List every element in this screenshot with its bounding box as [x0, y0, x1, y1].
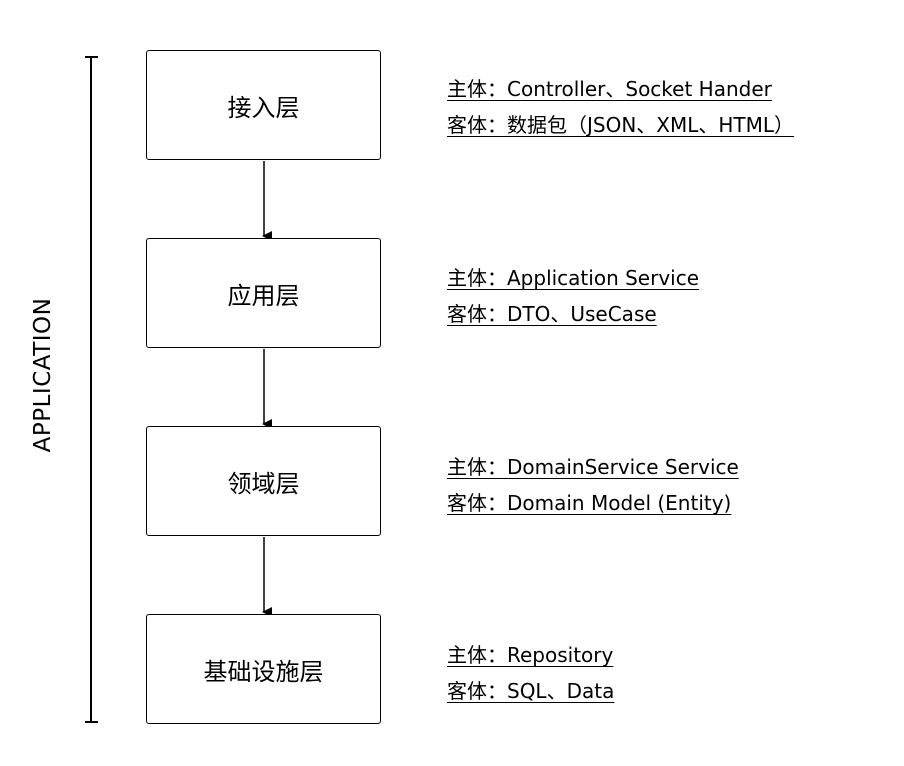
layer-box-infrastructure: 基础设施层 [146, 614, 381, 724]
access-layer-subject: 主体：Controller、Socket Hander [447, 77, 772, 101]
infrastructure-layer-object: 客体：SQL、Data [447, 679, 615, 703]
application-bracket [85, 56, 98, 723]
application-layer-subject: 主体：Application Service [447, 266, 700, 290]
domain-layer-subject: 主体：DomainService Service [447, 455, 739, 479]
access-layer-description: 主体：Controller、Socket Hander 客体：数据包（JSON、… [447, 71, 794, 143]
application-label: APPLICATION [30, 297, 56, 453]
access-layer-object: 客体：数据包（JSON、XML、HTML） [447, 113, 795, 137]
layer-box-application: 应用层 [146, 238, 381, 348]
domain-layer-description: 主体：DomainService Service 客体：Domain Model… [447, 449, 739, 521]
layer-box-access: 接入层 [146, 50, 381, 160]
infrastructure-layer-description: 主体：Repository 客体：SQL、Data [447, 637, 614, 709]
layer-box-domain: 领域层 [146, 426, 381, 536]
domain-layer-object: 客体：Domain Model (Entity) [447, 491, 732, 515]
application-layer-description: 主体：Application Service 客体：DTO、UseCase [447, 260, 699, 332]
application-layer-object: 客体：DTO、UseCase [447, 302, 657, 326]
infrastructure-layer-subject: 主体：Repository [447, 643, 614, 667]
